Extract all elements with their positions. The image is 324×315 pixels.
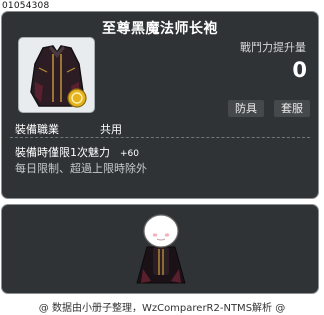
- effect-value: +60: [120, 149, 139, 159]
- avatar-preview-panel: [1, 204, 319, 294]
- effect-line: 裝備時僅限1次魅力 +60: [15, 144, 139, 160]
- item-icon-frame: [18, 37, 95, 113]
- item-tooltip-panel: 至尊黑魔法师长袍 戰鬥力提升量 0 防具 套服 裝備職業 共用 裝備時僅限1次魅…: [1, 11, 319, 199]
- character-preview: [136, 214, 186, 284]
- combat-power-value: 0: [292, 58, 307, 82]
- set-tag: 套服: [274, 100, 310, 117]
- item-id: 01054308: [2, 1, 50, 11]
- combat-power-label: 戰鬥力提升量: [240, 41, 306, 54]
- divider: [10, 137, 310, 138]
- item-title: 至尊黑魔法师长袍: [102, 21, 218, 37]
- dark-robe-icon: [30, 45, 87, 108]
- effect-text: 裝備時僅限1次魅力: [15, 146, 110, 159]
- category-tag: 防具: [228, 100, 264, 117]
- job-label: 裝備職業: [15, 123, 59, 136]
- limit-text: 每日限制、超過上限時除外: [15, 162, 147, 175]
- job-value: 共用: [100, 123, 122, 136]
- footer-credit: @ 数据由小册子整理，WzComparerR2-NTMS解析 @: [38, 303, 286, 314]
